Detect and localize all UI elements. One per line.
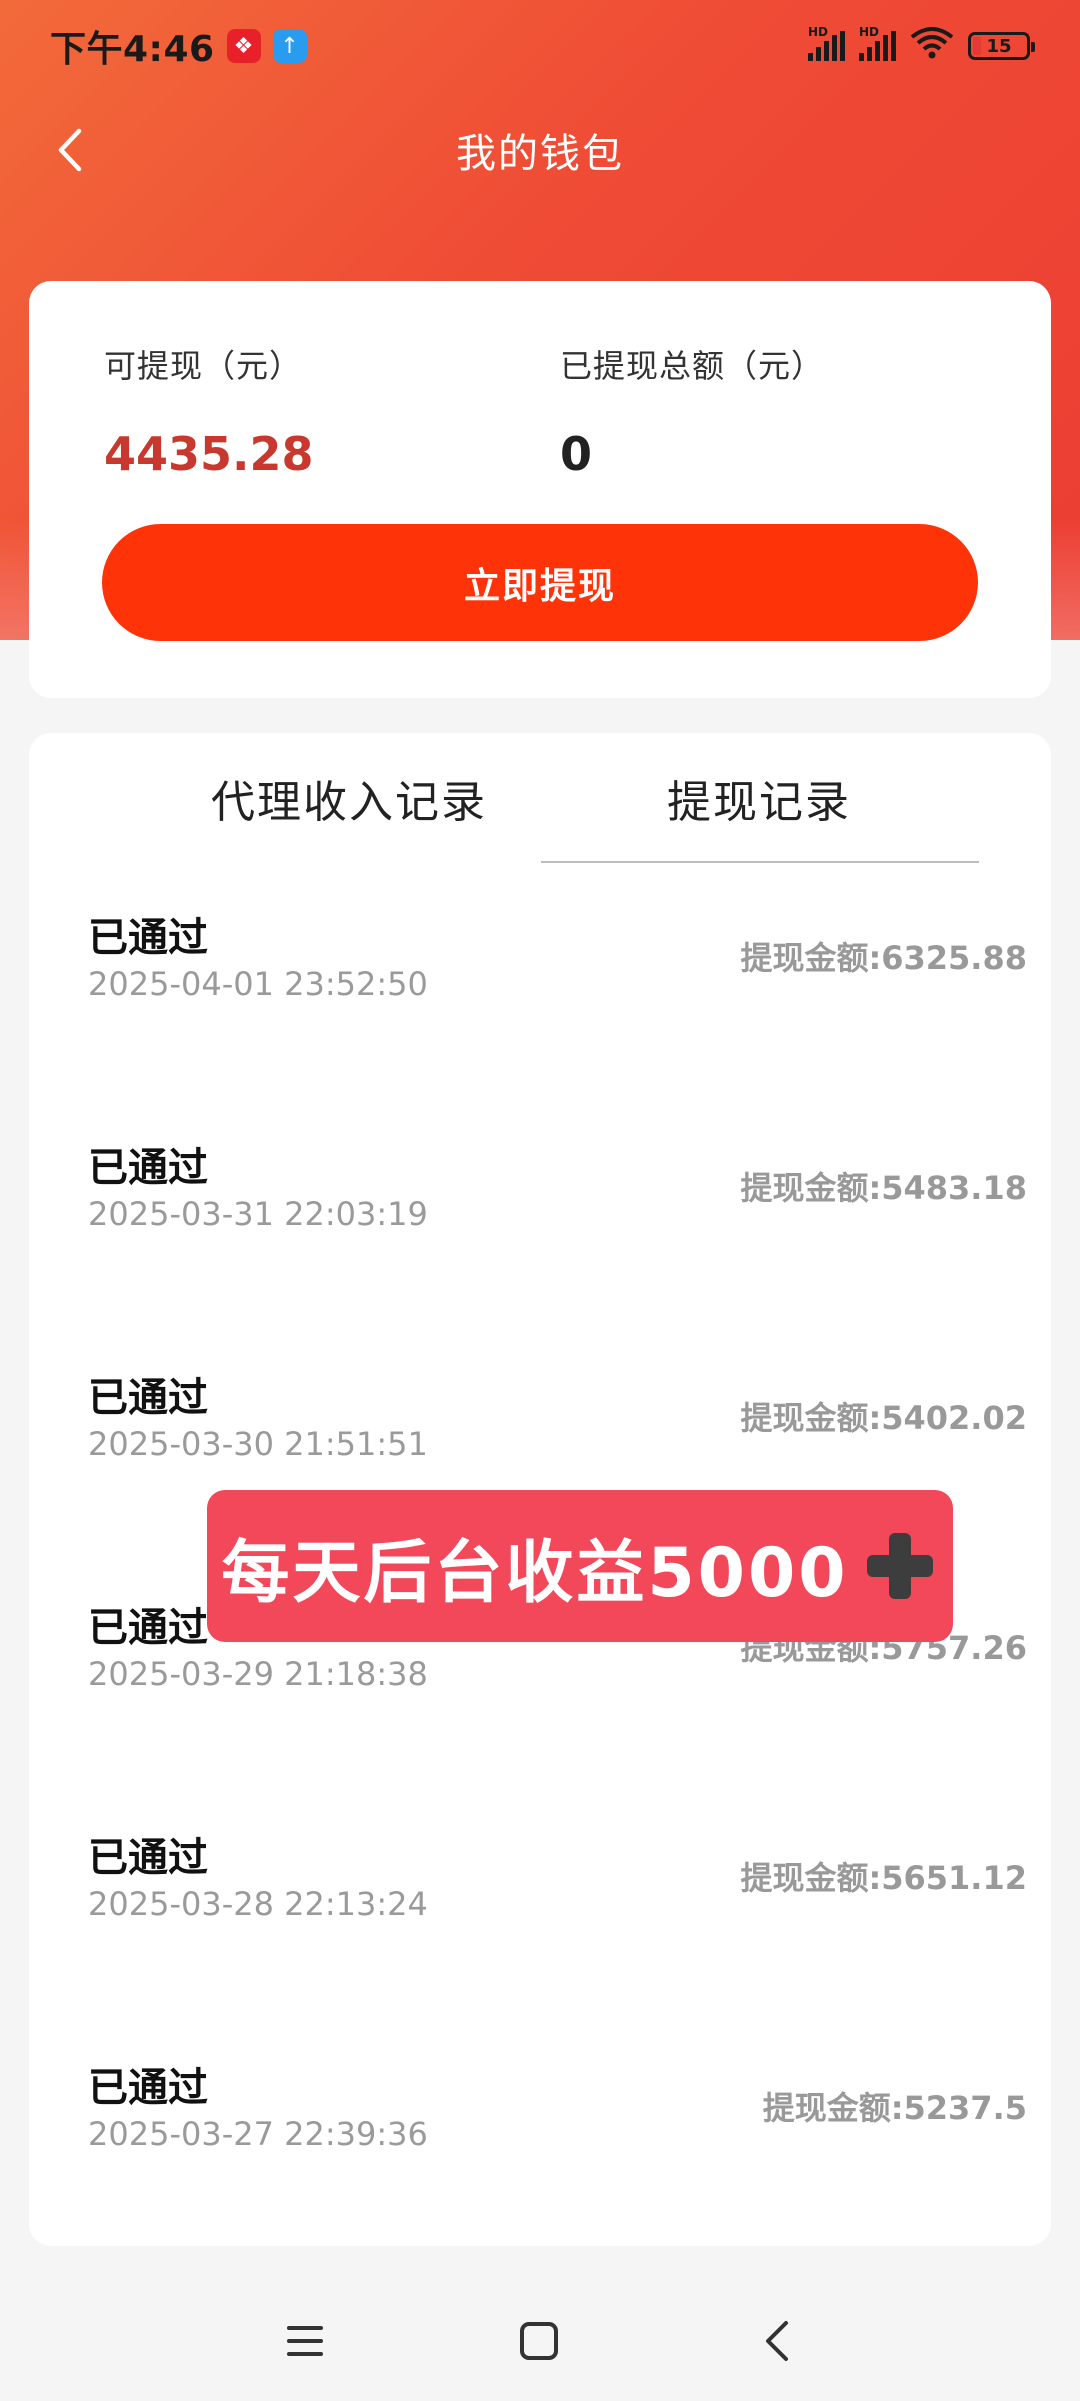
tab-withdraw-records[interactable]: 提现记录 — [539, 763, 979, 833]
status-time: 下午4:46 — [50, 29, 215, 70]
list-item[interactable]: 已通过 2025-03-31 22:03:19 提现金额:5483.18 — [29, 1135, 1051, 1365]
record-time: 2025-03-27 22:39:36 — [88, 2115, 428, 2153]
withdrawn-total-value: 0 — [560, 427, 593, 481]
cellular-signal-icon: HD — [808, 25, 845, 61]
cellular-signal-icon: HD — [859, 25, 896, 61]
record-amount: 提现金额:5237.5 — [762, 2089, 1027, 2127]
system-navigation-bar — [0, 2276, 1080, 2401]
signal-hd-label: HD — [808, 25, 829, 39]
withdrawn-total: 已提现总额（元） 0 — [560, 341, 824, 481]
withdraw-now-button[interactable]: 立即提现 — [102, 524, 978, 641]
record-status: 已通过 — [88, 915, 208, 961]
record-time: 2025-03-28 22:13:24 — [88, 1885, 428, 1923]
record-amount: 提现金额:5651.12 — [740, 1859, 1027, 1897]
withdrawn-total-label: 已提现总额（元） — [560, 347, 825, 385]
available-balance: 可提现（元） 4435.28 — [104, 341, 314, 481]
available-balance-value: 4435.28 — [104, 427, 314, 481]
records-tabs: 代理收入记录 提现记录 — [29, 733, 1051, 863]
back-button[interactable] — [40, 120, 100, 180]
notification-app-icon: ❖ — [226, 29, 261, 63]
active-tab-indicator — [541, 861, 979, 863]
wallet-summary-card: 可提现（元） 4435.28 已提现总额（元） 0 立即提现 — [29, 281, 1051, 698]
plus-icon — [861, 1527, 939, 1605]
upload-notification-icon: ↑ — [272, 29, 307, 63]
record-status: 已通过 — [88, 2065, 208, 2111]
record-status: 已通过 — [88, 1605, 208, 1651]
tab-agent-income[interactable]: 代理收入记录 — [149, 763, 549, 833]
battery-icon: 15 — [968, 32, 1035, 60]
page-title: 我的钱包 — [456, 131, 624, 177]
record-amount: 提现金额:5483.18 — [740, 1169, 1027, 1207]
wifi-icon — [910, 25, 954, 67]
record-status: 已通过 — [88, 1145, 208, 1191]
record-time: 2025-03-31 22:03:19 — [88, 1195, 428, 1233]
menu-icon — [287, 2326, 323, 2356]
status-indicators: HD HD 15 — [808, 25, 1035, 67]
record-time: 2025-03-29 21:18:38 — [88, 1655, 428, 1693]
home-button[interactable] — [509, 2311, 569, 2371]
home-square-icon — [520, 2322, 558, 2360]
status-bar: 下午4:46 ❖ ↑ HD HD 15 — [0, 0, 1080, 92]
record-amount: 提现金额:6325.88 — [740, 939, 1027, 977]
battery-level: 15 — [986, 35, 1012, 57]
list-item[interactable]: 已通过 2025-03-27 22:39:36 提现金额:5237.5 — [29, 2055, 1051, 2246]
signal-hd-label: HD — [859, 25, 880, 39]
system-back-button[interactable] — [747, 2311, 807, 2371]
available-balance-label: 可提现（元） — [104, 347, 303, 385]
record-time: 2025-03-30 21:51:51 — [88, 1425, 428, 1463]
promo-text: 每天后台收益5000 — [221, 1533, 849, 1613]
record-time: 2025-04-01 23:52:50 — [88, 965, 428, 1003]
record-amount: 提现金额:5402.02 — [740, 1399, 1027, 1437]
record-status: 已通过 — [88, 1835, 208, 1881]
promo-banner: 每天后台收益5000 — [207, 1490, 953, 1642]
recent-apps-button[interactable] — [275, 2311, 335, 2371]
nav-bar: 我的钱包 — [0, 100, 1080, 200]
list-item[interactable]: 已通过 2025-04-01 23:52:50 提现金额:6325.88 — [29, 905, 1051, 1135]
record-status: 已通过 — [88, 1375, 208, 1421]
wallet-page: 下午4:46 ❖ ↑ HD HD 15 我的钱包 可提现（元） 4435.28 … — [0, 0, 1080, 2401]
list-item[interactable]: 已通过 2025-03-28 22:13:24 提现金额:5651.12 — [29, 1825, 1051, 2055]
chevron-left-icon — [766, 2321, 788, 2361]
chevron-left-icon — [58, 128, 82, 172]
